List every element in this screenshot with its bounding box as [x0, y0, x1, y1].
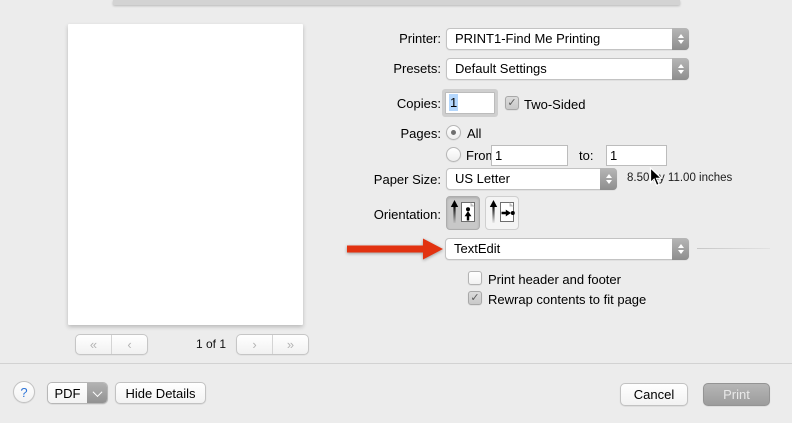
prev-page-button[interactable]: ‹	[111, 335, 147, 354]
presets-popup-value: Default Settings	[447, 59, 688, 79]
printer-popup[interactable]: PRINT1-Find Me Printing	[446, 28, 689, 50]
orientation-portrait-button[interactable]	[446, 196, 480, 230]
print-preview-page	[68, 24, 303, 325]
prev-page-icon: ‹	[127, 338, 131, 351]
popup-stepper-icon	[600, 168, 617, 190]
popup-stepper-icon	[672, 58, 689, 80]
app-options-popup-value: TextEdit	[446, 239, 688, 259]
pdf-button-label: PDF	[48, 383, 87, 403]
chevron-down-icon	[87, 383, 107, 403]
from-page-value: 1	[495, 148, 502, 163]
from-page-input[interactable]: 1	[491, 145, 568, 166]
rewrap-checkbox[interactable]: ✓	[468, 291, 482, 305]
pagination-back-group: « ‹	[75, 334, 148, 355]
printer-label: Printer:	[399, 31, 441, 46]
popup-stepper-icon	[672, 238, 689, 260]
orientation-label: Orientation:	[374, 207, 441, 222]
two-sided-label: Two-Sided	[524, 97, 585, 112]
hide-details-button[interactable]: Hide Details	[115, 382, 206, 404]
first-page-button[interactable]: «	[76, 335, 111, 354]
two-sided-checkbox[interactable]: ✓	[505, 96, 519, 110]
next-page-button[interactable]: ›	[237, 335, 272, 354]
radio-dot-icon	[451, 130, 456, 135]
to-page-input[interactable]: 1	[606, 145, 667, 166]
print-button[interactable]: Print	[703, 383, 770, 406]
paper-size-popup-value: US Letter	[447, 169, 616, 189]
pages-all-radio[interactable]	[446, 125, 461, 140]
print-header-checkbox[interactable]	[468, 271, 482, 285]
pdf-menu-button[interactable]: PDF	[47, 382, 108, 404]
section-separator	[697, 248, 770, 249]
annotation-arrow-icon	[347, 236, 445, 266]
last-page-button[interactable]: »	[272, 335, 308, 354]
first-page-icon: «	[90, 338, 97, 351]
hide-details-label: Hide Details	[125, 386, 195, 401]
portrait-icon	[450, 199, 477, 228]
copies-value: 1	[449, 94, 458, 111]
footer-divider	[0, 363, 792, 364]
help-button[interactable]: ?	[13, 381, 35, 403]
rewrap-label: Rewrap contents to fit page	[488, 292, 646, 307]
landscape-icon	[489, 199, 516, 228]
presets-popup[interactable]: Default Settings	[446, 58, 689, 80]
popup-stepper-icon	[672, 28, 689, 50]
parent-window-edge	[113, 0, 680, 5]
app-options-popup[interactable]: TextEdit	[445, 238, 689, 260]
print-dialog: « ‹ 1 of 1 › » Printer: Presets: Copies:…	[0, 0, 792, 423]
mouse-cursor-icon	[649, 167, 663, 190]
help-icon: ?	[20, 385, 27, 400]
print-label: Print	[723, 387, 750, 402]
cancel-button[interactable]: Cancel	[620, 383, 688, 406]
checkmark-icon: ✓	[470, 293, 479, 304]
cancel-label: Cancel	[634, 387, 674, 402]
last-page-icon: »	[287, 338, 294, 351]
paper-dimensions: 8.50 by 11.00 inches	[627, 172, 732, 184]
orientation-landscape-button[interactable]	[485, 196, 519, 230]
pagination-forward-group: › »	[236, 334, 309, 355]
print-header-label: Print header and footer	[488, 272, 621, 287]
copies-label: Copies:	[397, 96, 441, 111]
pages-all-label: All	[467, 126, 481, 141]
next-page-icon: ›	[252, 338, 256, 351]
paper-size-label: Paper Size:	[374, 172, 441, 187]
pages-from-radio[interactable]	[446, 147, 461, 162]
pages-label: Pages:	[401, 126, 441, 141]
to-page-value: 1	[610, 148, 617, 163]
pages-to-label: to:	[579, 148, 593, 163]
copies-input[interactable]: 1	[445, 92, 495, 114]
presets-label: Presets:	[393, 61, 441, 76]
printer-popup-value: PRINT1-Find Me Printing	[447, 29, 688, 49]
checkmark-icon: ✓	[507, 98, 516, 109]
paper-size-popup[interactable]: US Letter	[446, 168, 617, 190]
